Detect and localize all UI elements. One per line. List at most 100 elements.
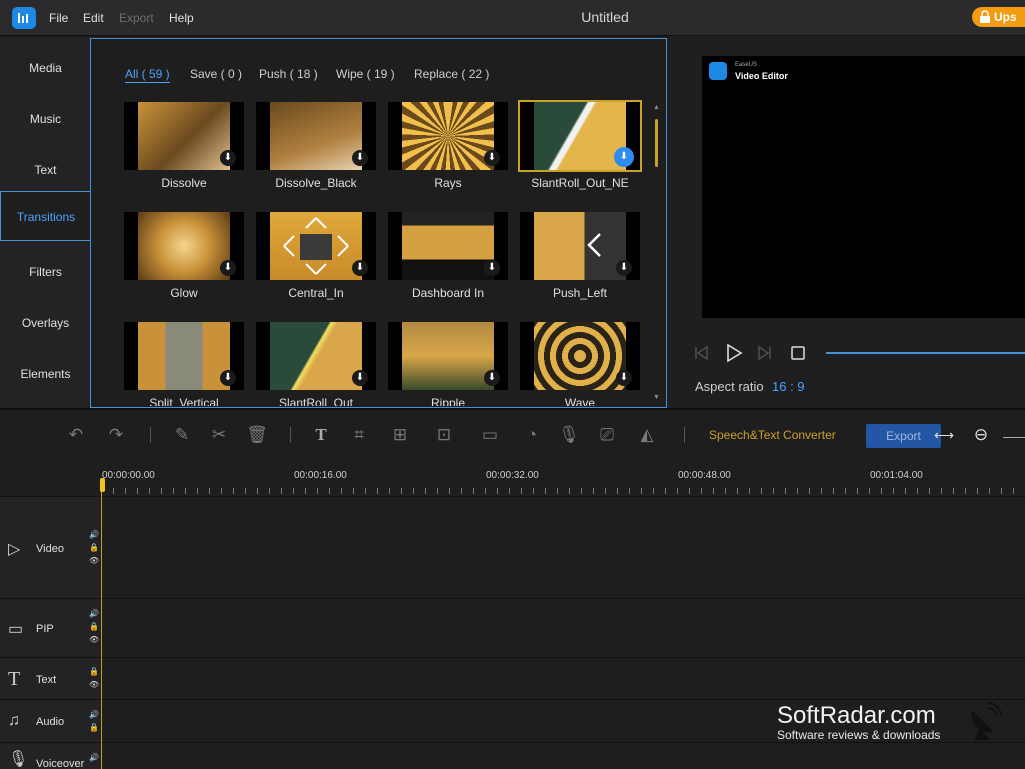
filter-all[interactable]: All ( 59 )	[125, 67, 170, 83]
track-voiceover[interactable]: 🎙 Voiceover 🔊	[0, 742, 1025, 769]
satellite-dish-icon	[971, 702, 1002, 740]
duration-icon[interactable]: ◔	[520, 424, 544, 446]
mosaic-icon[interactable]: ⊡	[432, 424, 456, 446]
panel-divider[interactable]	[0, 408, 1025, 410]
text-tool-icon[interactable]: T	[309, 424, 333, 446]
aspect-ratio-value[interactable]: 16 : 9	[772, 379, 805, 394]
download-icon[interactable]: ⬇	[616, 260, 632, 276]
toolbar-separator	[684, 427, 685, 443]
filter-push[interactable]: Push ( 18 )	[259, 67, 318, 81]
undo-icon[interactable]: ↶	[64, 424, 88, 446]
aspect-ratio-label: Aspect ratio	[695, 379, 764, 394]
transition-label: SlantRoll_Out_NE	[531, 176, 629, 190]
zoom-out-icon[interactable]: ⊖	[969, 424, 993, 446]
scroll-down-icon[interactable]: ▼	[653, 394, 660, 401]
download-icon[interactable]: ⬇	[614, 147, 634, 167]
edit-pencil-icon[interactable]: ✎	[170, 424, 194, 446]
transition-thumbnail[interactable]: ⬇	[256, 212, 376, 280]
freeze-frame-icon[interactable]: ▭	[478, 424, 502, 446]
transition-thumbnail[interactable]: ⬇	[388, 322, 508, 390]
app-logo-icon	[709, 62, 727, 80]
track-video[interactable]: ▷ Video 🔊 🔒 👁	[0, 496, 1025, 598]
paint-bucket-icon[interactable]: ◭	[635, 424, 659, 446]
fit-timeline-icon[interactable]: ⟷	[932, 424, 956, 446]
screen-record-icon[interactable]: ⎚	[595, 424, 619, 446]
transition-thumbnail[interactable]: ⬇	[256, 322, 376, 390]
track-text[interactable]: T Text 🔒 👁	[0, 657, 1025, 699]
sidebar-item-text[interactable]: Text	[0, 145, 91, 195]
transition-label: Ripple	[430, 396, 466, 406]
sidebar-item-overlays[interactable]: Overlays	[0, 298, 91, 348]
ruler-tick-label: 00:01:04.00	[870, 470, 923, 481]
transition-label: Central_In	[288, 286, 344, 300]
playhead-handle[interactable]	[100, 478, 105, 492]
track-controls[interactable]: 🔊	[89, 751, 99, 764]
transition-thumbnail[interactable]: ⬇	[124, 212, 244, 280]
library-scrollbar-thumb[interactable]	[655, 119, 658, 167]
transition-label: Dashboard In	[411, 286, 485, 300]
sidebar-item-filters[interactable]: Filters	[0, 247, 91, 297]
transition-label: Split_Vertical	[149, 396, 219, 406]
download-icon[interactable]: ⬇	[352, 150, 368, 166]
transition-thumbnail[interactable]: ⬇	[520, 322, 640, 390]
transition-thumbnail[interactable]: ⬇	[520, 212, 640, 280]
transition-label: Dissolve	[161, 176, 207, 190]
download-icon[interactable]: ⬇	[484, 370, 500, 386]
track-header: ▷ Video 🔊 🔒 👁	[0, 497, 100, 598]
export-button[interactable]: Export	[866, 424, 941, 448]
sidebar-item-media[interactable]: Media	[0, 43, 91, 93]
speech-text-converter-button[interactable]: Speech&Text Converter	[709, 428, 836, 442]
zoom-frame-icon[interactable]: ⊞	[388, 424, 412, 446]
download-icon[interactable]: ⬇	[220, 260, 236, 276]
microphone-icon[interactable]: 🎙	[557, 424, 581, 446]
transition-thumbnail[interactable]: ⬇	[256, 102, 376, 170]
sidebar-item-music[interactable]: Music	[0, 94, 91, 144]
download-icon[interactable]: ⬇	[484, 150, 500, 166]
ruler-tick-label: 00:00:00.00	[102, 470, 155, 481]
stop-icon[interactable]	[791, 346, 805, 360]
music-note-icon: ♫	[8, 712, 20, 729]
crop-icon[interactable]: ⌗	[347, 424, 371, 446]
filter-save[interactable]: Save ( 0 )	[190, 67, 242, 81]
track-controls[interactable]: 🔊 🔒 👁	[89, 528, 99, 567]
transition-thumbnail-selected[interactable]: ⬇	[518, 100, 642, 172]
filter-wipe[interactable]: Wipe ( 19 )	[336, 67, 395, 81]
transition-thumbnail[interactable]: ⬇	[124, 102, 244, 170]
download-icon[interactable]: ⬇	[484, 260, 500, 276]
scroll-up-icon[interactable]: ▲	[653, 104, 660, 111]
watermark-subtitle: Software reviews & downloads	[777, 728, 941, 742]
watermark-title: SoftRadar.com	[777, 702, 936, 729]
sidebar-item-transitions[interactable]: Transitions	[0, 191, 91, 241]
track-controls[interactable]: 🔊 🔒 👁	[89, 607, 99, 646]
track-controls[interactable]: 🔒 👁	[89, 665, 99, 691]
next-frame-icon[interactable]	[757, 345, 773, 361]
download-icon[interactable]: ⬇	[352, 260, 368, 276]
preview-brand-name: Video Editor	[735, 71, 788, 81]
download-icon[interactable]: ⬇	[352, 370, 368, 386]
toolbar-separator	[150, 427, 151, 443]
track-header: T Text 🔒 👁	[0, 658, 100, 699]
transition-thumbnail[interactable]: ⬇	[388, 212, 508, 280]
track-label: Text	[36, 674, 57, 686]
playback-progress-bar[interactable]	[826, 352, 1025, 354]
redo-icon[interactable]: ↷	[104, 424, 128, 446]
scissors-icon[interactable]: ✂	[207, 424, 231, 446]
play-icon[interactable]	[724, 343, 744, 363]
transition-thumbnail[interactable]: ⬇	[388, 102, 508, 170]
previous-frame-icon[interactable]	[693, 345, 709, 361]
download-icon[interactable]: ⬇	[220, 370, 236, 386]
download-icon[interactable]: ⬇	[220, 150, 236, 166]
track-pip[interactable]: ▭ PIP 🔊 🔒 👁	[0, 598, 1025, 657]
track-label: Voiceover	[36, 758, 85, 769]
transition-thumbnail[interactable]: ⬇	[124, 322, 244, 390]
trash-icon[interactable]: 🗑	[245, 424, 269, 446]
sidebar-item-elements[interactable]: Elements	[0, 349, 91, 399]
diamond-arrows-icon	[283, 217, 349, 275]
filter-replace[interactable]: Replace ( 22 )	[414, 67, 489, 81]
ruler-tick-label: 00:00:32.00	[486, 470, 539, 481]
download-icon[interactable]: ⬇	[616, 370, 632, 386]
track-controls[interactable]: 🔊 🔒	[89, 708, 99, 734]
preview-canvas	[702, 56, 1025, 318]
zoom-slider[interactable]	[1003, 437, 1025, 438]
transition-label: Dissolve_Black	[275, 176, 357, 190]
